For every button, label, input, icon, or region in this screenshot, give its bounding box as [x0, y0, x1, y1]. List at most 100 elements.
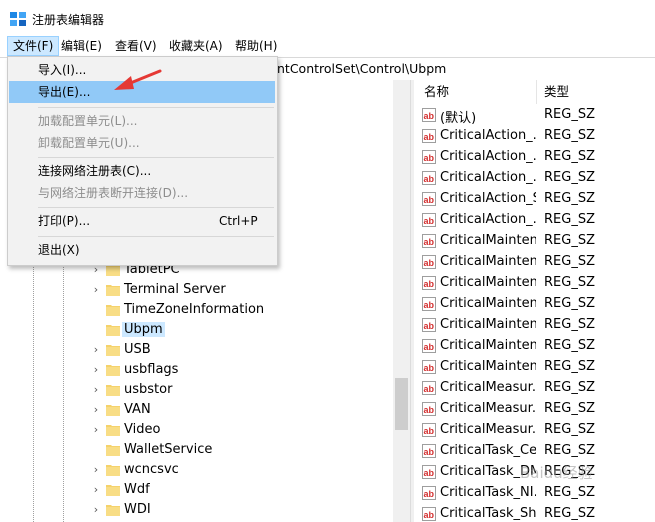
- tree-item[interactable]: › wcncsvc: [0, 460, 390, 480]
- menu-print-label: 打印(P)...: [38, 214, 91, 228]
- menu-help[interactable]: 帮助(H): [230, 36, 282, 56]
- value-row[interactable]: ab CriticalTask_Ce... REG_SZ: [414, 441, 655, 462]
- tree-item[interactable]: › usbflags: [0, 360, 390, 380]
- tree-item[interactable]: › Wdf: [0, 480, 390, 500]
- string-value-icon: ab: [422, 402, 436, 416]
- menu-unload-hive[interactable]: 卸载配置单元(U)...: [9, 132, 275, 154]
- value-name: CriticalAction_...: [440, 149, 536, 164]
- value-row[interactable]: ab CriticalTask_NI... REG_SZ: [414, 483, 655, 504]
- menu-connect-network-registry[interactable]: 连接网络注册表(C)...: [9, 160, 275, 182]
- column-header-name[interactable]: 名称: [424, 80, 449, 104]
- string-value-icon: ab: [422, 360, 436, 374]
- tree-item[interactable]: Ubpm: [0, 320, 390, 340]
- value-type: REG_SZ: [544, 233, 595, 248]
- string-value-icon: ab: [422, 213, 436, 227]
- string-value-icon: ab: [422, 318, 436, 332]
- tree-item[interactable]: › WDI: [0, 500, 390, 520]
- value-name: CriticalTask_Ce...: [440, 443, 536, 458]
- chevron-right-icon[interactable]: ›: [90, 504, 102, 516]
- menu-export[interactable]: 导出(E)...: [9, 81, 275, 103]
- menu-file[interactable]: 文件(F): [7, 36, 60, 56]
- value-type: REG_SZ: [544, 422, 595, 437]
- svg-text:ab: ab: [424, 342, 435, 352]
- tree-item[interactable]: › usbstor: [0, 380, 390, 400]
- chevron-right-icon[interactable]: ›: [90, 364, 102, 376]
- tree-item[interactable]: › VAN: [0, 400, 390, 420]
- folder-icon: [106, 505, 120, 516]
- tree-item[interactable]: › Video: [0, 420, 390, 440]
- value-row[interactable]: ab CriticalMainten... REG_SZ: [414, 315, 655, 336]
- svg-text:ab: ab: [424, 279, 435, 289]
- menu-bar: 文件(F) 编辑(E) 查看(V) 收藏夹(A) 帮助(H): [0, 36, 655, 56]
- menu-separator: [38, 107, 274, 108]
- chevron-right-icon[interactable]: ›: [90, 404, 102, 416]
- menu-print-shortcut: Ctrl+P: [219, 214, 258, 228]
- tree-scrollbar[interactable]: [393, 80, 410, 522]
- menu-unload-hive-label: 卸载配置单元(U)...: [38, 136, 140, 150]
- value-row[interactable]: ab CriticalMainten... REG_SZ: [414, 357, 655, 378]
- tree-item-label: USB: [124, 342, 151, 357]
- value-type: REG_SZ: [544, 380, 595, 395]
- address-path[interactable]: ntControlSet\Control\Ubpm: [277, 61, 446, 76]
- menu-print[interactable]: 打印(P)... Ctrl+P: [9, 210, 275, 232]
- value-row[interactable]: ab CriticalMainten... REG_SZ: [414, 294, 655, 315]
- tree-scrollbar-thumb[interactable]: [395, 378, 408, 430]
- folder-icon: [106, 405, 120, 416]
- value-row[interactable]: ab CriticalMainten... REG_SZ: [414, 231, 655, 252]
- value-row[interactable]: ab CriticalAction_... REG_SZ: [414, 147, 655, 168]
- watermark: Baidu经验: [520, 464, 593, 482]
- value-row[interactable]: ab CriticalMainten... REG_SZ: [414, 273, 655, 294]
- value-name: CriticalMainten...: [440, 233, 536, 248]
- tree-item-label: usbflags: [124, 362, 179, 377]
- chevron-right-icon[interactable]: ›: [90, 484, 102, 496]
- menu-disconnect-network-registry[interactable]: 与网络注册表断开连接(D)...: [9, 182, 275, 204]
- value-type: REG_SZ: [544, 485, 595, 500]
- value-name: CriticalMainten...: [440, 338, 536, 353]
- menu-load-hive[interactable]: 加载配置单元(L)...: [9, 110, 275, 132]
- value-row[interactable]: ab CriticalAction_... REG_SZ: [414, 126, 655, 147]
- tree-item-label: TimeZoneInformation: [124, 302, 265, 317]
- column-header-type[interactable]: 类型: [544, 80, 569, 104]
- value-name: CriticalMeasur...: [440, 380, 536, 395]
- menu-favorites[interactable]: 收藏夹(A): [164, 36, 228, 56]
- string-value-icon: ab: [422, 444, 436, 458]
- chevron-right-icon[interactable]: ›: [90, 464, 102, 476]
- value-row[interactable]: ab CriticalMeasur... REG_SZ: [414, 399, 655, 420]
- tree-item-label: WDI: [124, 502, 151, 517]
- value-name: CriticalMeasur...: [440, 422, 536, 437]
- value-row[interactable]: ab CriticalMeasur... REG_SZ: [414, 378, 655, 399]
- tree-item-label: Video: [124, 422, 161, 437]
- chevron-right-icon[interactable]: ›: [90, 424, 102, 436]
- column-divider[interactable]: [536, 80, 537, 104]
- value-row[interactable]: ab CriticalMainten... REG_SZ: [414, 252, 655, 273]
- values-list-pane[interactable]: 名称 类型 ab (默认) REG_SZ ab CriticalAction_... RE…: [414, 80, 655, 522]
- tree-item[interactable]: › Terminal Server: [0, 280, 390, 300]
- value-row[interactable]: ab CriticalAction_... REG_SZ: [414, 168, 655, 189]
- menu-view[interactable]: 查看(V): [110, 36, 162, 56]
- folder-icon: [106, 385, 120, 396]
- value-row[interactable]: ab (默认) REG_SZ: [414, 105, 655, 126]
- chevron-right-icon[interactable]: ›: [90, 384, 102, 396]
- string-value-icon: ab: [422, 129, 436, 143]
- value-row[interactable]: ab CriticalMeasur... REG_SZ: [414, 420, 655, 441]
- tree-item[interactable]: TimeZoneInformation: [0, 300, 390, 320]
- chevron-right-icon[interactable]: ›: [90, 344, 102, 356]
- menu-import[interactable]: 导入(I)...: [9, 59, 275, 81]
- folder-icon: [106, 365, 120, 376]
- value-row[interactable]: ab CriticalTask_Sh... REG_SZ: [414, 504, 655, 522]
- menu-exit[interactable]: 退出(X): [9, 239, 275, 261]
- string-value-icon: ab: [422, 381, 436, 395]
- value-type: REG_SZ: [544, 317, 595, 332]
- svg-text:ab: ab: [424, 384, 435, 394]
- tree-item[interactable]: WalletService: [0, 440, 390, 460]
- chevron-right-icon[interactable]: ›: [90, 284, 102, 296]
- menu-separator: [38, 236, 274, 237]
- menu-connect-label: 连接网络注册表(C)...: [38, 164, 152, 178]
- value-row[interactable]: ab CriticalMainten... REG_SZ: [414, 336, 655, 357]
- menu-edit[interactable]: 编辑(E): [56, 36, 107, 56]
- value-row[interactable]: ab CriticalAction_... REG_SZ: [414, 210, 655, 231]
- string-value-icon: ab: [422, 171, 436, 185]
- tree-item[interactable]: › USB: [0, 340, 390, 360]
- string-value-icon: ab: [422, 486, 436, 500]
- value-row[interactable]: ab CriticalAction_S... REG_SZ: [414, 189, 655, 210]
